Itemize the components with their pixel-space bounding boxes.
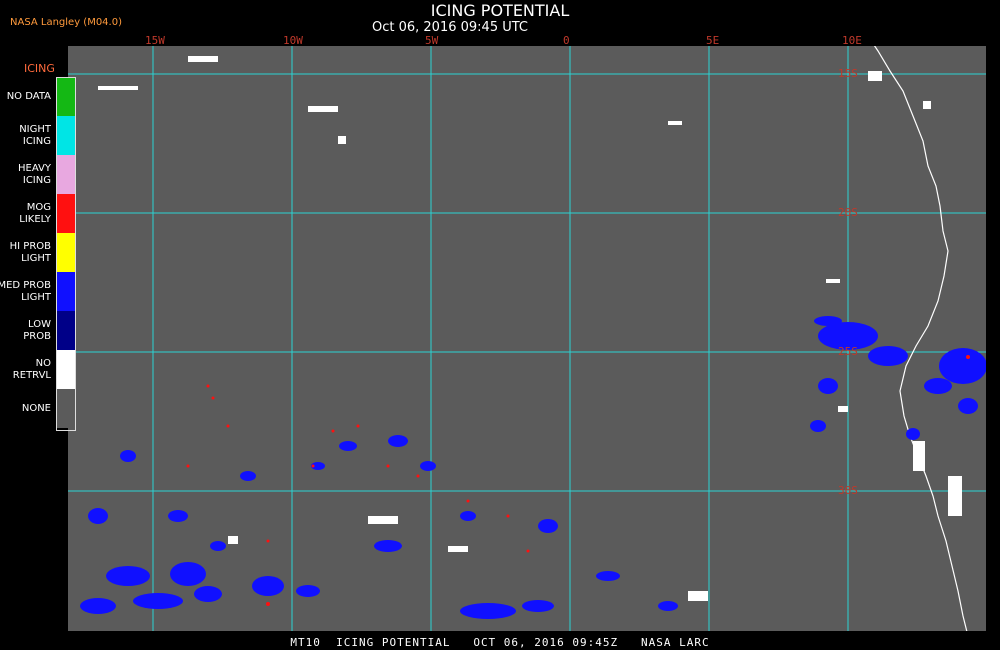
icing-red-speckles [186,355,970,606]
legend-title: ICING [24,62,55,75]
lat-label-20s: 20S [838,206,858,219]
map-canvas [68,46,986,631]
legend-label: NO DATA [6,90,51,102]
legend-label: LOW PROB [23,318,51,342]
legend-label: MED PROB LIGHT [0,279,51,303]
legend-label: MOG LIKELY [19,201,51,225]
legend-frame [56,77,76,431]
lat-label-30s: 30S [838,484,858,497]
credit-label: NASA Langley (M04.0) [10,17,122,28]
footer-caption: MT10 ICING POTENTIAL OCT 06, 2016 09:45Z… [290,636,710,649]
icing-map[interactable] [68,46,986,631]
icing-blue-patches [80,316,986,619]
lat-label-25s: 25S [838,345,858,358]
legend-label: HI PROB LIGHT [9,240,51,264]
legend-label: HEAVY ICING [18,162,51,186]
map-timestamp: Oct 06, 2016 09:45 UTC [372,20,528,35]
legend-label: NIGHT ICING [19,123,51,147]
lat-label-15s: 15S [838,67,858,80]
coastline [873,46,968,631]
legend-label: NO RETRVL [12,357,51,381]
map-title: ICING POTENTIAL [430,1,570,20]
legend-label: NONE [21,402,51,414]
